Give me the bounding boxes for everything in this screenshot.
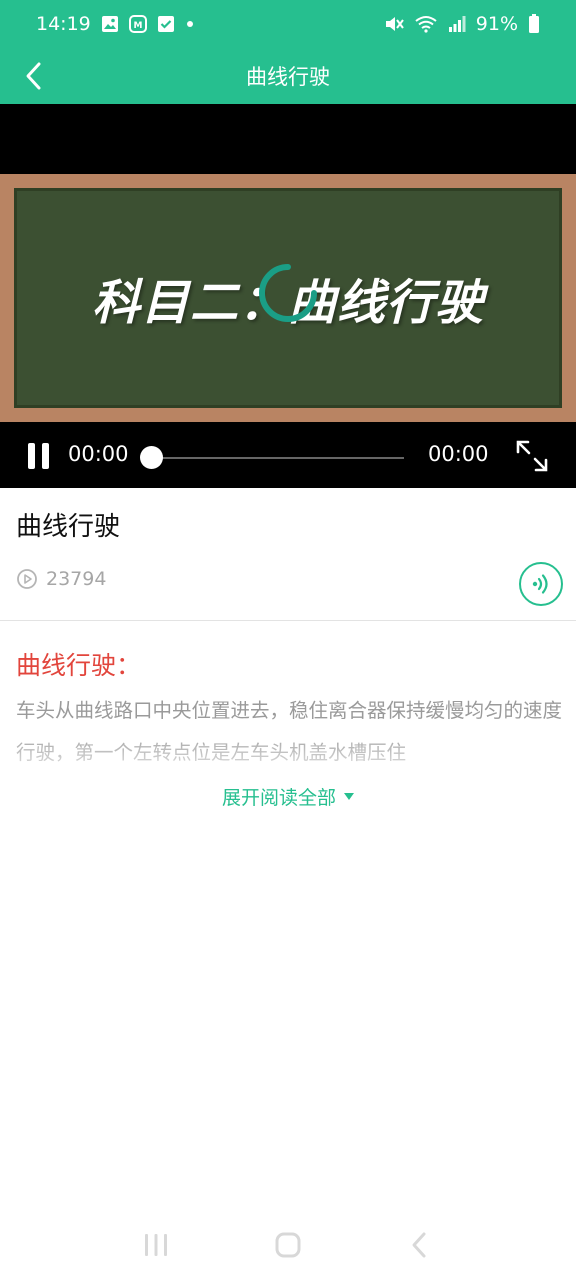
- check-icon: [157, 15, 175, 33]
- total-time: 00:00: [428, 442, 489, 466]
- caret-down-icon: [344, 793, 354, 800]
- video-controls: 00:00 00:00: [0, 422, 576, 488]
- recent-apps-icon: [145, 1234, 167, 1256]
- expand-label: 展开阅读全部: [221, 787, 336, 809]
- seek-handle[interactable]: [140, 446, 163, 469]
- lesson-title: 曲线行驶: [16, 512, 121, 542]
- text-fade-overlay: [0, 730, 576, 778]
- status-bar: 14:19 M 91%: [0, 0, 576, 48]
- mute-icon: [384, 15, 404, 33]
- view-count: 23794: [16, 568, 106, 590]
- home-button[interactable]: [268, 1225, 308, 1265]
- view-count-value: 23794: [46, 568, 107, 590]
- video-frame: 科目二：曲线行驶: [0, 174, 576, 422]
- app-notification-icon: M: [128, 15, 147, 33]
- battery-percent: 91%: [475, 13, 518, 35]
- pause-icon-bar: [27, 443, 35, 469]
- system-nav-bar: [0, 1210, 576, 1280]
- fullscreen-button[interactable]: [514, 438, 550, 474]
- status-bar-right: 91%: [384, 13, 540, 35]
- expand-read-all-button[interactable]: 展开阅读全部: [0, 783, 576, 810]
- wifi-icon: [414, 15, 438, 33]
- chevron-left-icon: [26, 62, 41, 90]
- seek-bar[interactable]: [152, 457, 404, 459]
- status-bar-left: 14:19 M: [36, 13, 195, 35]
- loading-spinner-icon: [259, 264, 317, 322]
- audio-wave-icon: [532, 574, 548, 594]
- pause-button[interactable]: [24, 442, 52, 470]
- nav-back-button[interactable]: [400, 1225, 440, 1265]
- page-title: 曲线行驶: [246, 65, 330, 89]
- nav-back-icon: [412, 1232, 426, 1258]
- signal-icon: [448, 15, 466, 33]
- app-header: 曲线行驶: [0, 48, 576, 104]
- current-time: 00:00: [68, 442, 129, 466]
- battery-icon: [528, 14, 540, 34]
- play-count-icon: [17, 569, 37, 589]
- video-player[interactable]: 科目二：曲线行驶 00:00 00:00: [0, 104, 576, 488]
- back-button[interactable]: [14, 54, 54, 98]
- gallery-icon: [101, 15, 119, 33]
- audio-play-button[interactable]: [519, 562, 563, 606]
- fullscreen-icon: [516, 440, 548, 472]
- home-icon: [275, 1232, 301, 1258]
- section-divider: [0, 620, 576, 621]
- status-time: 14:19: [36, 13, 91, 35]
- svg-text:M: M: [133, 21, 142, 31]
- dot-icon: [185, 19, 195, 29]
- pause-icon-bar: [41, 443, 49, 469]
- article-heading: 曲线行驶：: [16, 651, 142, 680]
- recent-apps-button[interactable]: [136, 1225, 176, 1265]
